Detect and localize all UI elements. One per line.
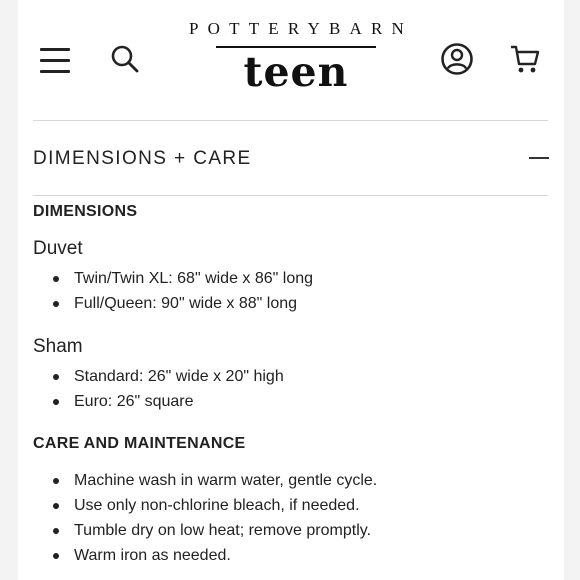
- collapse-minus-icon[interactable]: [529, 157, 549, 159]
- list-item: Standard: 26" wide x 20" high: [33, 364, 284, 389]
- list-item: Machine wash in warm water, gentle cycle…: [33, 468, 377, 493]
- duvet-heading: Duvet: [33, 238, 83, 259]
- cart-icon[interactable]: [508, 42, 542, 76]
- care-list: Machine wash in warm water, gentle cycle…: [33, 468, 377, 568]
- sham-heading: Sham: [33, 336, 83, 357]
- brand-logo-top: POTTERYBARN: [189, 19, 413, 38]
- duvet-dimensions-list: Twin/Twin XL: 68" wide x 86" long Full/Q…: [33, 266, 313, 316]
- product-details-panel: POTTERYBARN teen DIMENSIONS + CARE DIMEN…: [18, 0, 564, 580]
- brand-logo[interactable]: POTTERYBARN teen: [184, 18, 408, 102]
- sham-dimensions-list: Standard: 26" wide x 20" high Euro: 26" …: [33, 364, 284, 414]
- care-heading: CARE AND MAINTENANCE: [33, 435, 246, 452]
- list-item: Warm iron as needed.: [33, 543, 377, 568]
- brand-logo-bottom: teen: [243, 47, 349, 96]
- account-icon[interactable]: [440, 42, 474, 76]
- list-item: Tumble dry on low heat; remove promptly.: [33, 518, 377, 543]
- dimensions-heading: DIMENSIONS: [33, 203, 138, 220]
- hamburger-menu-icon[interactable]: [40, 46, 70, 74]
- list-item: Use only non-chlorine bleach, if needed.: [33, 493, 377, 518]
- list-item: Euro: 26" square: [33, 389, 284, 414]
- search-icon[interactable]: [110, 44, 140, 74]
- dimensions-care-accordion-header[interactable]: DIMENSIONS + CARE: [33, 138, 549, 178]
- list-item: Full/Queen: 90" wide x 88" long: [33, 291, 313, 316]
- section-divider: [33, 195, 548, 196]
- section-title: DIMENSIONS + CARE: [33, 148, 252, 169]
- header-divider: [33, 120, 548, 121]
- list-item: Twin/Twin XL: 68" wide x 86" long: [33, 266, 313, 291]
